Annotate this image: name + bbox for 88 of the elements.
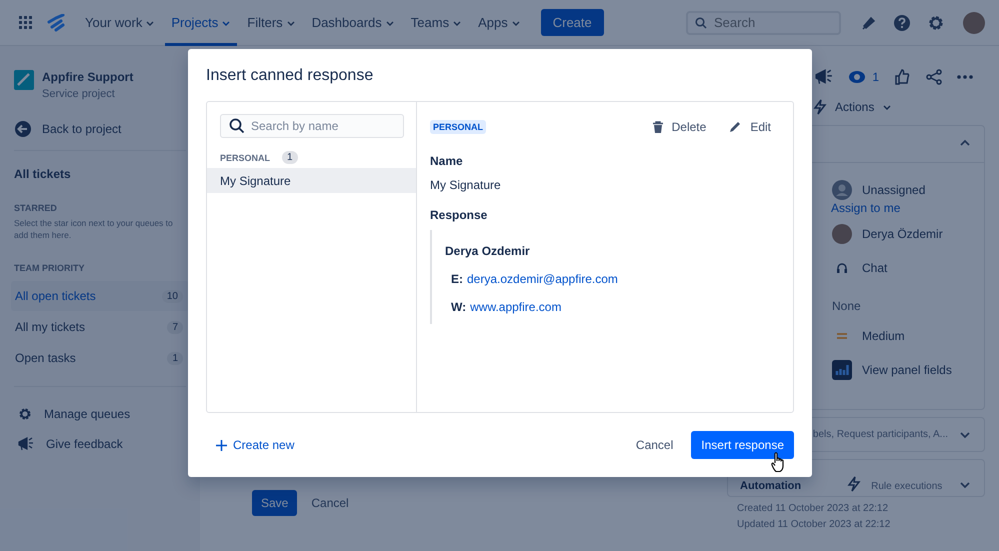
- lightning-icon: [847, 476, 862, 492]
- team-priority-heading: TEAM PRIORITY: [14, 263, 86, 273]
- queue-item[interactable]: Open tasks 1: [11, 343, 189, 373]
- caret-icon: [452, 18, 462, 26]
- chart-app-icon: [832, 360, 852, 380]
- trash-icon: [652, 120, 664, 134]
- count-badge: 10: [162, 290, 183, 302]
- lightning-icon: [813, 99, 827, 115]
- app-grid-icon[interactable]: [19, 16, 33, 30]
- response-list-item[interactable]: My Signature: [207, 168, 416, 193]
- insert-response-button[interactable]: Insert response: [691, 431, 794, 460]
- search-icon: [695, 16, 707, 28]
- share-icon[interactable]: [926, 69, 942, 85]
- view-panel-fields-link[interactable]: View panel fields: [862, 363, 952, 377]
- updated-date: Updated 11 October 2023 at 22:12: [737, 519, 892, 530]
- nav-menu-item[interactable]: Apps: [472, 0, 527, 46]
- nav-menu-item[interactable]: Teams: [404, 0, 468, 46]
- section-heading: All tickets: [14, 167, 72, 181]
- avatar-icon[interactable]: [963, 12, 985, 34]
- caret-icon: [221, 18, 232, 26]
- signature-label: E:: [451, 272, 463, 286]
- settings-icon[interactable]: [927, 14, 945, 32]
- create-button[interactable]: Create: [540, 9, 604, 36]
- search-icon: [229, 118, 245, 134]
- caret-icon: [510, 18, 521, 26]
- create-new-button[interactable]: Create new: [206, 438, 304, 452]
- rule-executions-label: Rule executions: [871, 481, 944, 492]
- field-label: Name: [430, 154, 464, 168]
- starred-heading: STARRED: [14, 203, 58, 213]
- field-value: My Signature: [430, 178, 502, 192]
- dialog-title: Insert canned response: [206, 67, 374, 85]
- queue-item[interactable]: All my tickets 7: [11, 312, 189, 342]
- save-button[interactable]: Save: [252, 490, 298, 516]
- actions-button[interactable]: Actions: [813, 99, 985, 115]
- plus-icon: [216, 440, 227, 451]
- hand-cursor-icon: [770, 451, 786, 473]
- megaphone-icon: [18, 437, 34, 451]
- reporter-value: Derya Özdemir: [862, 227, 943, 241]
- assign-to-me-link[interactable]: Assign to me: [831, 201, 984, 215]
- count-badge: 1: [167, 352, 183, 364]
- queue-item[interactable]: All open tickets 10: [11, 281, 189, 311]
- field-label: Response: [430, 208, 488, 222]
- nav-menu-item[interactable]: Dashboards: [306, 0, 401, 46]
- cancel-button[interactable]: Cancel: [303, 490, 357, 516]
- signature-link[interactable]: www.appfire.com: [470, 300, 562, 314]
- project-name: Appfire Support: [42, 70, 134, 84]
- signature-link[interactable]: derya.ozdemir@appfire.com: [467, 272, 618, 286]
- logo-icon[interactable]: [47, 14, 65, 32]
- assignee-value: Unassigned: [862, 183, 926, 197]
- thumbs-up-icon[interactable]: [894, 69, 910, 85]
- channel-value: Chat: [862, 261, 888, 275]
- count-badge: 1: [282, 151, 298, 164]
- project-icon: [14, 70, 34, 90]
- caret-icon: [882, 103, 892, 111]
- priority-value: Medium: [862, 329, 905, 343]
- field-value: None: [832, 299, 862, 313]
- more-icon[interactable]: [957, 75, 973, 79]
- caret-icon: [145, 18, 156, 26]
- count-badge: 7: [167, 320, 183, 334]
- help-icon[interactable]: [893, 14, 911, 32]
- automation-title: Automation: [740, 480, 802, 492]
- watcher-count: 1: [872, 70, 880, 84]
- category-tag: PERSONAL: [430, 120, 486, 134]
- nav-menu-item[interactable]: Your work: [79, 0, 162, 46]
- caret-icon: [286, 18, 296, 26]
- group-label: PERSONAL: [220, 152, 270, 162]
- signature-label: W:: [451, 300, 466, 314]
- eye-icon[interactable]: [848, 70, 866, 84]
- sidebar-link[interactable]: Manage queues: [14, 399, 186, 429]
- starred-hint: Select the star icon next to your queues to add them here.: [14, 217, 174, 241]
- project-type: Service project: [42, 88, 116, 100]
- edit-button[interactable]: Edit: [728, 120, 771, 134]
- user-icon: [832, 180, 852, 200]
- signature-name: Derya Ozdemir: [445, 244, 531, 258]
- delete-button[interactable]: Delete: [652, 120, 706, 134]
- back-to-project-link[interactable]: Back to project: [14, 120, 186, 138]
- nav-menu-item[interactable]: Filters: [241, 0, 302, 46]
- created-date: Created 11 October 2023 at 22:12: [737, 503, 890, 514]
- megaphone-icon[interactable]: [815, 69, 833, 85]
- caret-icon: [384, 18, 395, 26]
- search-field[interactable]: Search by name: [220, 114, 404, 138]
- sidebar-link[interactable]: Give feedback: [14, 429, 186, 459]
- search-field[interactable]: Search: [686, 10, 841, 34]
- avatar-icon: [832, 224, 852, 244]
- cancel-button[interactable]: Cancel: [632, 432, 678, 458]
- pencil-icon: [728, 120, 742, 134]
- settings-icon: [18, 407, 32, 421]
- more-fields-summary: bels, Request participants, A...: [812, 429, 948, 440]
